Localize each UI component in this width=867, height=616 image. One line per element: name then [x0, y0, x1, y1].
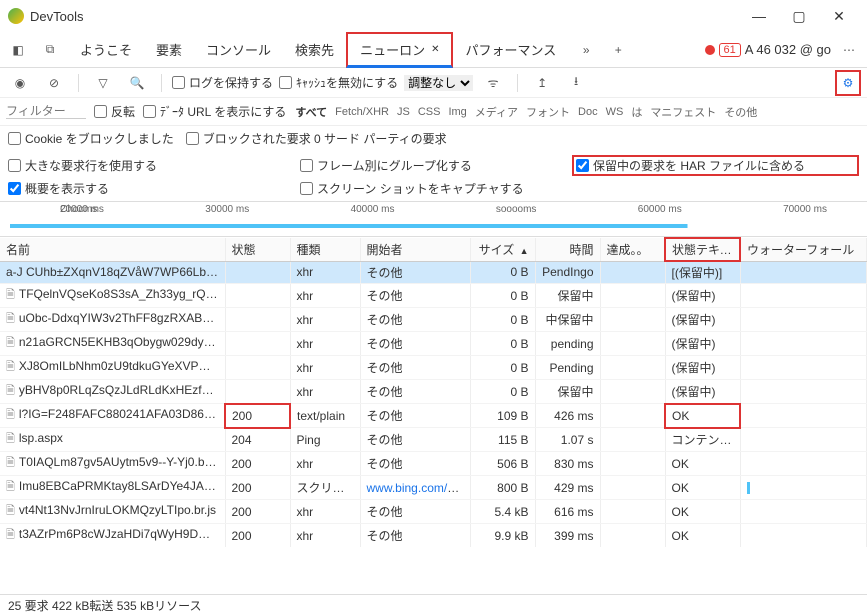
initiator-link[interactable]: www.bing.com/?t...	[367, 481, 468, 495]
inspect-icon[interactable]: ◧	[4, 36, 32, 64]
tab-3[interactable]: 検索先	[283, 32, 346, 68]
table-row[interactable]: l?IG=F248FAFC880241AFA03D8655...200text/…	[0, 404, 867, 428]
show-overview-checkbox[interactable]: 概要を表示する	[8, 180, 288, 197]
filter-type-は[interactable]: は	[630, 104, 643, 120]
more-tabs[interactable]: »	[572, 36, 600, 64]
filter-type-JS[interactable]: JS	[396, 106, 411, 118]
record-count: 61	[719, 43, 741, 57]
timeline-tick: 60000 ms	[638, 204, 682, 215]
filter-toggle[interactable]: ▽	[89, 69, 117, 97]
tab-2[interactable]: コンソール	[194, 32, 283, 68]
tab-4[interactable]: ニューロン✕	[346, 32, 453, 68]
row-name: l?IG=F248FAFC880241AFA03D8655...	[0, 404, 225, 428]
table-row[interactable]: a-J CUhb±ZXqnV18qZVåW7WP66Lb9E.r.JSxhrその…	[0, 261, 867, 284]
row-name: Imu8EBCaPRMKtay8LSArDYe4JA.b...	[0, 476, 225, 500]
row-name: vt4Nt13NvJrnIruLOKMQzyLTIpo.br.js	[0, 500, 225, 524]
table-row[interactable]: T0IAQLm87gv5AUytm5v9--Y-Yj0.br.js200xhrそ…	[0, 452, 867, 476]
gear-icon[interactable]: ⚙	[835, 70, 861, 96]
dataurl-checkbox[interactable]: ﾃﾞｰﾀ URL を表示にする	[143, 103, 286, 120]
timeline-overview[interactable]: 20000 ms30000 ms40000 mssooooms60000 ms7…	[0, 201, 867, 237]
timeline-tick: 40000 ms	[351, 204, 395, 215]
table-row[interactable]: yBHV8p0RLqZsQzJLdRLdKxHEzfo.br.jsxhrその他0…	[0, 380, 867, 404]
disable-cache-checkbox[interactable]: ｷｬｯｼｭを無効にする	[279, 74, 398, 91]
row-name: T0IAQLm87gv5AUytm5v9--Y-Yj0.br.js	[0, 452, 225, 476]
blocked-requests-checkbox[interactable]: ブロックされた要求 0 サード パーティの要求	[186, 130, 447, 147]
table-row[interactable]: TFQelnVQseKo8S3sA_Zh33yg_rQ.br.jsxhrその他0…	[0, 284, 867, 308]
filter-input[interactable]	[6, 104, 86, 119]
filter-type-フォント[interactable]: フォント	[525, 104, 571, 120]
wifi-icon[interactable]: ᯤ	[479, 69, 507, 97]
app-logo	[8, 8, 24, 24]
tab-1[interactable]: 要素	[144, 32, 194, 68]
window-title: DevTools	[30, 9, 83, 24]
col-name[interactable]: 名前	[0, 238, 225, 261]
col-status-text[interactable]: 状態テキスト	[665, 238, 740, 261]
row-name: lsp.aspx	[0, 428, 225, 452]
row-name: yBHV8p0RLqZsQzJLdRLdKxHEzfo.br.js	[0, 380, 225, 404]
record-label: A 46 032 @ go	[745, 42, 831, 57]
table-row[interactable]: XJ8OmILbNhm0zU9tdkuGYeXVPRQ...xhrその他0 BP…	[0, 356, 867, 380]
download-icon[interactable]: ⭳	[562, 69, 590, 97]
maximize-button[interactable]: ▢	[779, 2, 819, 30]
minimize-button[interactable]: —	[739, 2, 779, 30]
row-name: n21aGRCN5EKHB3qObygw029dyN...	[0, 332, 225, 356]
filter-type-メディア[interactable]: メディア	[474, 104, 519, 120]
timeline-tick: 30000 ms	[205, 204, 249, 215]
filter-type-すべて[interactable]: すべて	[294, 104, 328, 120]
col-waterfall[interactable]: ウォーターフォール	[740, 238, 867, 261]
filter-type-Doc[interactable]: Doc	[577, 106, 599, 118]
kebab-menu[interactable]: ⋯	[835, 36, 863, 64]
row-name: t3AZrPm6P8cWJzaHDi7qWyH9DDo...	[0, 524, 225, 548]
row-name: uObc-DdxqYIW3v2ThFF8gzRXABc.b...	[0, 308, 225, 332]
col-fulfilled[interactable]: 達成。。	[600, 238, 665, 261]
group-frame-checkbox[interactable]: フレーム別にグループ化する	[300, 155, 560, 176]
statusbar: 25 要求 422 kB転送 535 kBリソース	[0, 594, 867, 616]
filter-type-CSS[interactable]: CSS	[417, 106, 442, 118]
preserve-log-checkbox[interactable]: ログを保持する	[172, 74, 273, 91]
throttling-select[interactable]: 調整なし	[404, 75, 473, 91]
upload-icon[interactable]: ↥	[528, 69, 556, 97]
record-toggle[interactable]: ◉	[6, 69, 34, 97]
device-icon[interactable]: ⧉	[36, 36, 64, 64]
clear-button[interactable]: ⊘	[40, 69, 68, 97]
filter-type-Fetch/XHR[interactable]: Fetch/XHR	[334, 106, 390, 118]
timeline-tick: sooooms	[496, 204, 537, 215]
filter-type-WS[interactable]: WS	[605, 106, 625, 118]
table-row[interactable]: uObc-DdxqYIW3v2ThFF8gzRXABc.b...xhrその他0 …	[0, 308, 867, 332]
invert-checkbox[interactable]: 反転	[94, 103, 135, 120]
capture-screenshot-checkbox[interactable]: スクリーン ショットをキャプチャする	[300, 180, 560, 197]
col-size[interactable]: サイズ ▲	[470, 238, 535, 261]
filter-type-その他[interactable]: その他	[723, 104, 758, 120]
row-name: XJ8OmILbNhm0zU9tdkuGYeXVPRQ...	[0, 356, 225, 380]
add-tab[interactable]: +	[604, 36, 632, 64]
col-initiator[interactable]: 開始者	[360, 238, 470, 261]
filter-type-マニフェスト[interactable]: マニフェスト	[649, 104, 717, 120]
table-row[interactable]: t3AZrPm6P8cWJzaHDi7qWyH9DDo...200xhrその他9…	[0, 524, 867, 548]
tab-5[interactable]: パフォーマンス	[453, 32, 568, 68]
table-row[interactable]: lsp.aspx204Pingその他115 B1.07 sコンテンツがありません	[0, 428, 867, 452]
filter-type-Img[interactable]: Img	[447, 106, 467, 118]
network-table: 名前 状態 種類 開始者 サイズ ▲ 時間 達成。。 状態テキスト ウォーターフ…	[0, 237, 867, 547]
record-dot-icon	[705, 45, 715, 55]
table-row[interactable]: vt4Nt13NvJrnIruLOKMQzyLTIpo.br.js200xhrそ…	[0, 500, 867, 524]
row-name: a-J CUhb±ZXqnV18qZVåW7WP66Lb9E.r.JS	[0, 261, 225, 284]
col-type[interactable]: 種類	[290, 238, 360, 261]
include-pending-checkbox[interactable]: 保留中の要求を HAR ファイルに含める	[572, 155, 859, 176]
row-name: TFQelnVQseKo8S3sA_Zh33yg_rQ.br.js	[0, 284, 225, 308]
table-row[interactable]: Imu8EBCaPRMKtay8LSArDYe4JA.b...200スクリプトw…	[0, 476, 867, 500]
tab-0[interactable]: ようこそ	[68, 32, 144, 68]
col-time[interactable]: 時間	[535, 238, 600, 261]
search-icon[interactable]: 🔍	[123, 69, 151, 97]
recording-status: 61 A 46 032 @ go	[705, 42, 831, 57]
close-button[interactable]: ✕	[819, 2, 859, 30]
close-tab-icon[interactable]: ✕	[431, 44, 439, 55]
table-row[interactable]: n21aGRCN5EKHB3qObygw029dyN...xhrその他0 Bpe…	[0, 332, 867, 356]
large-rows-checkbox[interactable]: 大きな要求行を使用する	[8, 155, 288, 176]
block-cookies-checkbox[interactable]: Cookie をブロックしました	[8, 130, 174, 147]
col-status[interactable]: 状態	[225, 238, 290, 261]
timeline-tick: 70000 ms	[783, 204, 827, 215]
